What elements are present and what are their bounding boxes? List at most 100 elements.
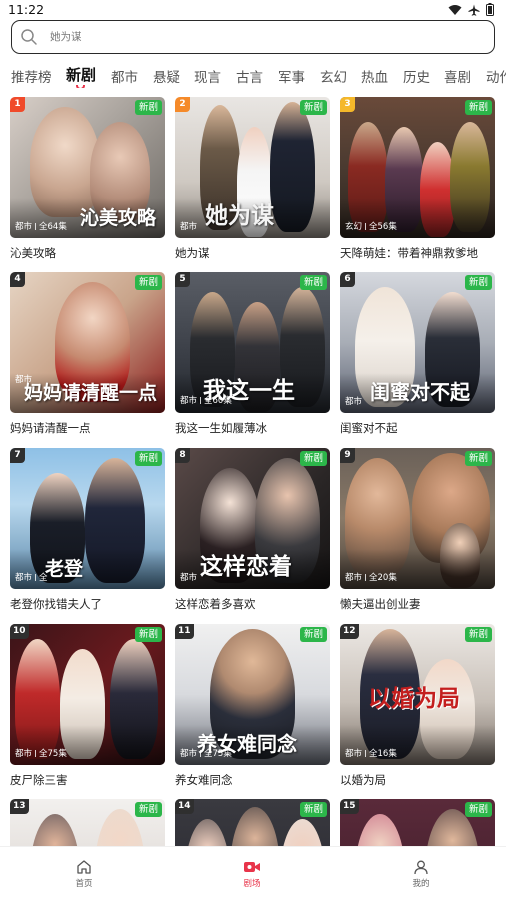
new-badge: 新剧 [464,100,492,115]
tab-new-label: 新剧 [66,66,97,84]
show-poster[interactable]: 妈妈请清醒一点 4 新剧 都市 [10,272,165,413]
show-genre: 都市 [15,375,33,385]
search-icon[interactable] [20,28,38,46]
show-title[interactable]: 闺蜜对不起 [340,420,398,436]
show-title[interactable]: 以婚为局 [340,772,386,788]
search-bar[interactable] [11,20,495,54]
show-poster[interactable]: 我这一生 5 新剧 都市 全60集 [175,272,330,413]
rank-badge: 5 [175,272,190,287]
new-badge: 新剧 [299,275,327,290]
show-title[interactable]: 这样恋着多喜欢 [175,596,256,612]
show-title[interactable]: 她为谋 [175,245,210,261]
show-title[interactable]: 天降萌娃：带着神鼎救爹地 [340,245,478,261]
rank-badge: 12 [340,624,359,639]
show-genre: 玄幻 [345,222,363,232]
show-meta: 都市 全75集 [15,747,67,759]
show-poster[interactable]: 以婚为局 12 新剧 都市 全16集 [340,624,495,765]
show-meta: 都市 全20集 [345,571,397,583]
show-genre: 都市 [15,573,33,583]
show-title[interactable]: 养女难同念 [175,772,233,788]
show-title[interactable]: 懒夫逼出创业妻 [340,596,421,612]
bottom-nav: 首页 剧场 我的 [0,846,506,900]
show-episodes: 全16集 [369,749,397,759]
show-episodes: 全 [39,573,48,583]
nav-profile[interactable]: 我的 [391,859,451,889]
wifi-icon [448,4,462,15]
show-episodes: 全75集 [39,749,67,759]
category-tabs: 推荐榜 新剧 都市 悬疑 现言 古言 军事 玄幻 热血 历史 喜剧 动作 [0,62,506,88]
show-poster[interactable]: 10 新剧 都市 全75集 [10,624,165,765]
rank-badge: 15 [340,799,359,814]
battery-icon [486,3,494,16]
tab-new[interactable]: 新剧 [66,64,97,88]
show-meta: 都市 [345,395,362,407]
poster-title-art: 沁美攻略 [80,207,157,229]
show-poster[interactable]: 9 新剧 都市 全20集 [340,448,495,589]
tab-modern-romance[interactable]: 现言 [194,66,221,86]
tab-ancient-romance[interactable]: 古言 [236,66,263,86]
show-genre: 都市 [15,749,33,759]
show-title[interactable]: 老登你找错夫人了 [10,596,102,612]
show-episodes: 全75集 [204,749,232,759]
new-badge: 新剧 [134,100,162,115]
show-genre: 都市 [345,397,363,407]
tab-suspense[interactable]: 悬疑 [153,66,180,86]
show-title[interactable]: 沁美攻略 [10,245,56,261]
tab-comedy[interactable]: 喜剧 [444,66,471,86]
show-meta: 都市全 [15,571,48,583]
new-badge: 新剧 [134,627,162,642]
new-badge: 新剧 [464,802,492,817]
show-poster[interactable]: 这样恋着 8 新剧 都市 [175,448,330,589]
rank-badge: 14 [175,799,194,814]
show-poster[interactable]: 她为谋 2 新剧 都市 [175,97,330,238]
airplane-icon [468,4,480,16]
rank-badge: 1 [10,97,25,112]
show-meta: 都市 全75集 [180,747,232,759]
tab-urban[interactable]: 都市 [111,66,138,86]
tab-military[interactable]: 军事 [278,66,305,86]
new-badge: 新剧 [134,275,162,290]
video-icon [244,862,260,872]
show-meta: 都市 全60集 [180,394,232,406]
show-poster[interactable]: 3 新剧 玄幻 全56集 [340,97,495,238]
poster-title-art: 妈妈请清醒一点 [24,382,158,404]
new-badge: 新剧 [464,451,492,466]
rank-badge: 11 [175,624,194,639]
new-badge: 新剧 [299,627,327,642]
show-title[interactable]: 皮尸除三害 [10,772,68,788]
nav-theater[interactable]: 剧场 [222,859,282,889]
show-meta: 都市 全16集 [345,747,397,759]
show-genre: 都市 [180,749,198,759]
show-poster[interactable]: 闺蜜对不起 6 新剧 都市 [340,272,495,413]
show-episodes: 全64集 [39,222,67,232]
tab-fantasy[interactable]: 玄幻 [320,66,347,86]
status-icons [448,3,494,16]
tab-recommend[interactable]: 推荐榜 [11,66,52,86]
show-poster[interactable]: 养女难同念 11 新剧 都市 全75集 [175,624,330,765]
poster-title-art: 这样恋着 [200,553,292,580]
new-badge: 新剧 [134,802,162,817]
tab-action-blood[interactable]: 热血 [361,66,388,86]
new-badge: 新剧 [299,451,327,466]
nav-home[interactable]: 首页 [54,859,114,889]
nav-home-label: 首页 [75,879,93,889]
show-genre: 都市 [180,396,198,406]
show-title[interactable]: 我这一生如履薄冰 [175,420,267,436]
tab-action[interactable]: 动作 [486,66,506,86]
rank-badge: 8 [175,448,190,463]
show-poster[interactable]: 老登 7 新剧 都市全 [10,448,165,589]
show-poster[interactable]: 沁美攻略 1 新剧 都市 全64集 [10,97,165,238]
show-episodes: 全20集 [369,573,397,583]
new-badge: 新剧 [134,451,162,466]
profile-icon [414,860,428,875]
show-title[interactable]: 妈妈请清醒一点 [10,420,91,436]
poster-title-art: 闺蜜对不起 [370,380,470,404]
search-input[interactable] [50,27,470,47]
show-genre: 都市 [180,573,198,583]
rank-badge: 6 [340,272,355,287]
status-bar: 11:22 [0,0,506,20]
tab-history[interactable]: 历史 [403,66,430,86]
new-badge: 新剧 [299,100,327,115]
show-episodes: 全56集 [369,222,397,232]
show-genre: 都市 [345,573,363,583]
